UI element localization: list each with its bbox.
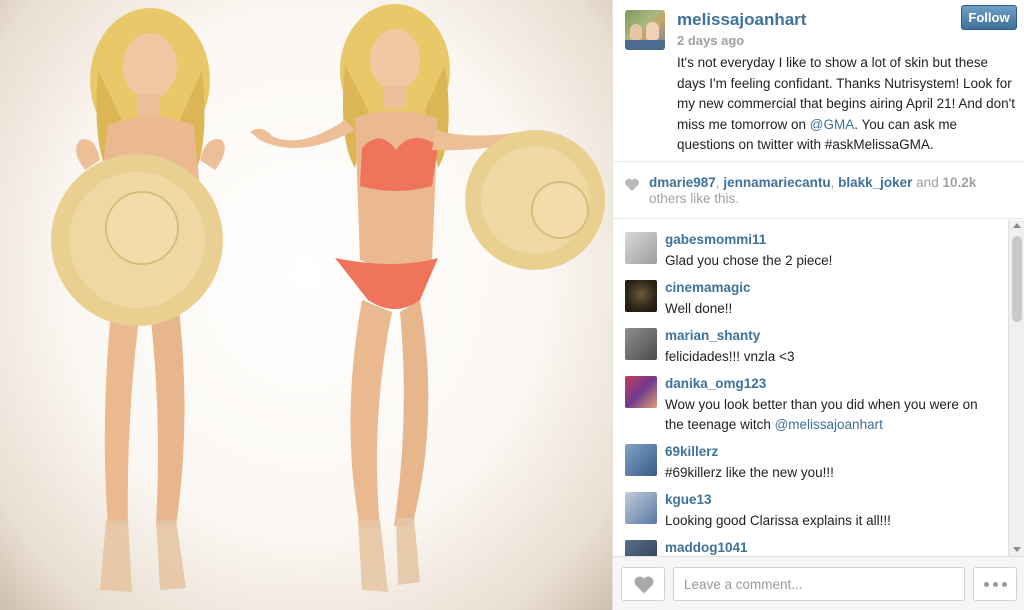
comment-username[interactable]: 69killerz (665, 444, 718, 459)
likes-count[interactable]: 10.2k (942, 175, 976, 190)
more-dots-icon[interactable] (973, 567, 1017, 601)
comments-scrollbar[interactable] (1008, 220, 1024, 556)
liker-link[interactable]: jennamariecantu (723, 175, 830, 190)
commenter-avatar[interactable] (625, 492, 657, 524)
comment-text: Looking good Clarissa explains it all!!! (665, 513, 891, 528)
comment-footer (613, 556, 1024, 610)
post-sidebar: melissajoanhart 2 days ago Follow It's n… (612, 0, 1024, 610)
scroll-up-arrow-icon[interactable] (1013, 223, 1021, 228)
commenter-avatar[interactable] (625, 444, 657, 476)
author-username[interactable]: melissajoanhart (677, 10, 806, 30)
comment-username[interactable]: kgue13 (665, 492, 712, 507)
post-photo[interactable] (0, 0, 612, 610)
comment-username[interactable]: maddog1041 (665, 540, 748, 555)
likes-suffix: others like this. (649, 191, 740, 206)
comment-input[interactable] (673, 567, 965, 601)
comment-username[interactable]: gabesmommi11 (665, 232, 766, 247)
scroll-down-arrow-icon[interactable] (1013, 547, 1021, 552)
commenter-avatar[interactable] (625, 540, 657, 556)
likes-section: dmarie987, jennamariecantu, blakk_joker … (613, 163, 1024, 219)
commenter-avatar[interactable] (625, 376, 657, 408)
comment-username[interactable]: marian_shanty (665, 328, 760, 343)
left-figure (51, 8, 225, 592)
commenter-avatar[interactable] (625, 232, 657, 264)
comment-mention-link[interactable]: @melissajoanhart (775, 417, 883, 432)
likes-and: and (912, 175, 943, 190)
comments-list[interactable]: gabesmommi11 Glad you chose the 2 piece!… (613, 220, 1024, 556)
comment-username[interactable]: danika_omg123 (665, 376, 766, 391)
comment-text: Glad you chose the 2 piece! (665, 253, 833, 268)
post-caption: It's not everyday I like to show a lot o… (677, 53, 1015, 156)
comment-text: Wow you look better than you did when yo… (665, 395, 1000, 435)
liker-link[interactable]: blakk_joker (838, 175, 912, 190)
caption-mention-link[interactable]: @GMA (810, 117, 854, 132)
photo-illustration (51, 4, 605, 592)
post-timestamp: 2 days ago (677, 33, 745, 48)
author-avatar[interactable] (625, 10, 665, 50)
comment-text: felicidades!!! vnzla <3 (665, 349, 795, 364)
commenter-avatar[interactable] (625, 280, 657, 312)
right-figure (250, 4, 605, 592)
heart-icon (634, 576, 654, 594)
comment-text: Well done!! (665, 301, 733, 316)
post-header: melissajoanhart 2 days ago Follow It's n… (613, 0, 1024, 162)
follow-button[interactable]: Follow (961, 5, 1017, 30)
liker-link[interactable]: dmarie987 (649, 175, 716, 190)
heart-icon (625, 178, 639, 191)
comment-text: #69killerz like the new you!!! (665, 465, 834, 480)
scroll-thumb[interactable] (1012, 236, 1022, 322)
likes-separator: , (830, 175, 839, 190)
like-button[interactable] (621, 567, 665, 601)
commenter-avatar[interactable] (625, 328, 657, 360)
comment-username[interactable]: cinemamagic (665, 280, 751, 295)
likes-text: dmarie987, jennamariecantu, blakk_joker … (649, 175, 999, 207)
